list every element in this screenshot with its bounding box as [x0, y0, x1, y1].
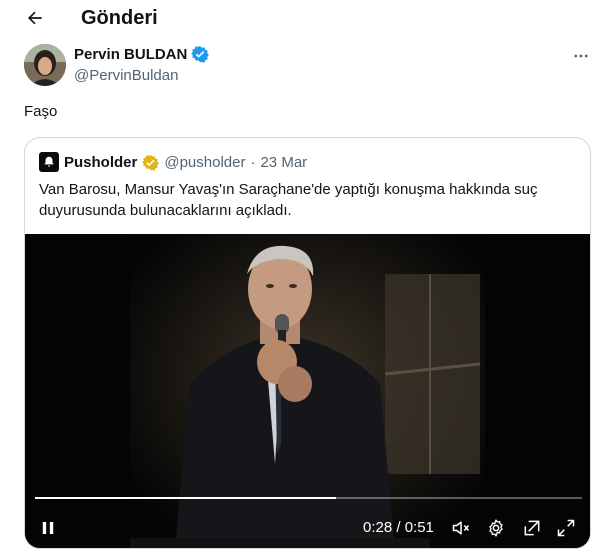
- tweet-text: Faşo: [24, 103, 58, 120]
- top-bar: Gönderi: [0, 0, 610, 36]
- gear-icon: [489, 519, 503, 537]
- fullscreen-icon: [557, 519, 575, 537]
- verified-badge-icon: [191, 46, 210, 63]
- bell-icon: [44, 156, 54, 167]
- pause-button[interactable]: [37, 517, 59, 539]
- back-button[interactable]: [22, 6, 48, 30]
- video-progress-fill: [35, 497, 336, 499]
- popout-icon: [524, 520, 540, 536]
- more-options-button[interactable]: [570, 46, 592, 66]
- pause-icon: [42, 522, 54, 534]
- separator-dot: ·: [250, 153, 256, 171]
- pusholder-avatar: [39, 152, 59, 172]
- picture-in-picture-button[interactable]: [521, 517, 543, 539]
- video-player[interactable]: 0:28 / 0:51: [25, 234, 590, 548]
- quote-author-handle[interactable]: @pusholder: [164, 154, 245, 171]
- video-time: 0:28 / 0:51: [363, 519, 434, 536]
- quote-header: Pusholder @pusholder · 23 Mar: [39, 152, 307, 172]
- avatar[interactable]: [24, 44, 66, 86]
- more-icon: [574, 54, 588, 58]
- avatar-image: [24, 44, 66, 86]
- quoted-tweet-card[interactable]: Pusholder @pusholder · 23 Mar Van Barosu…: [24, 137, 591, 549]
- mute-button[interactable]: [449, 517, 473, 539]
- arrow-left-icon: [28, 11, 42, 25]
- quote-text: Van Barosu, Mansur Yavaş'ın Saraçhane'de…: [39, 181, 538, 219]
- author-name-row: Pervin BULDAN: [74, 45, 210, 63]
- fullscreen-button[interactable]: [555, 517, 577, 539]
- settings-button[interactable]: [485, 517, 507, 539]
- author-name[interactable]: Pervin BULDAN: [74, 46, 187, 63]
- quote-date[interactable]: 23 Mar: [260, 154, 307, 171]
- volume-muted-icon: [452, 521, 470, 535]
- page-title: Gönderi: [81, 7, 158, 29]
- quote-author-name[interactable]: Pusholder: [64, 154, 137, 171]
- video-frame: [25, 234, 590, 548]
- author-handle[interactable]: @PervinBuldan: [74, 67, 178, 84]
- verified-gold-badge-icon: [142, 154, 160, 171]
- video-progress-bar[interactable]: [35, 497, 582, 499]
